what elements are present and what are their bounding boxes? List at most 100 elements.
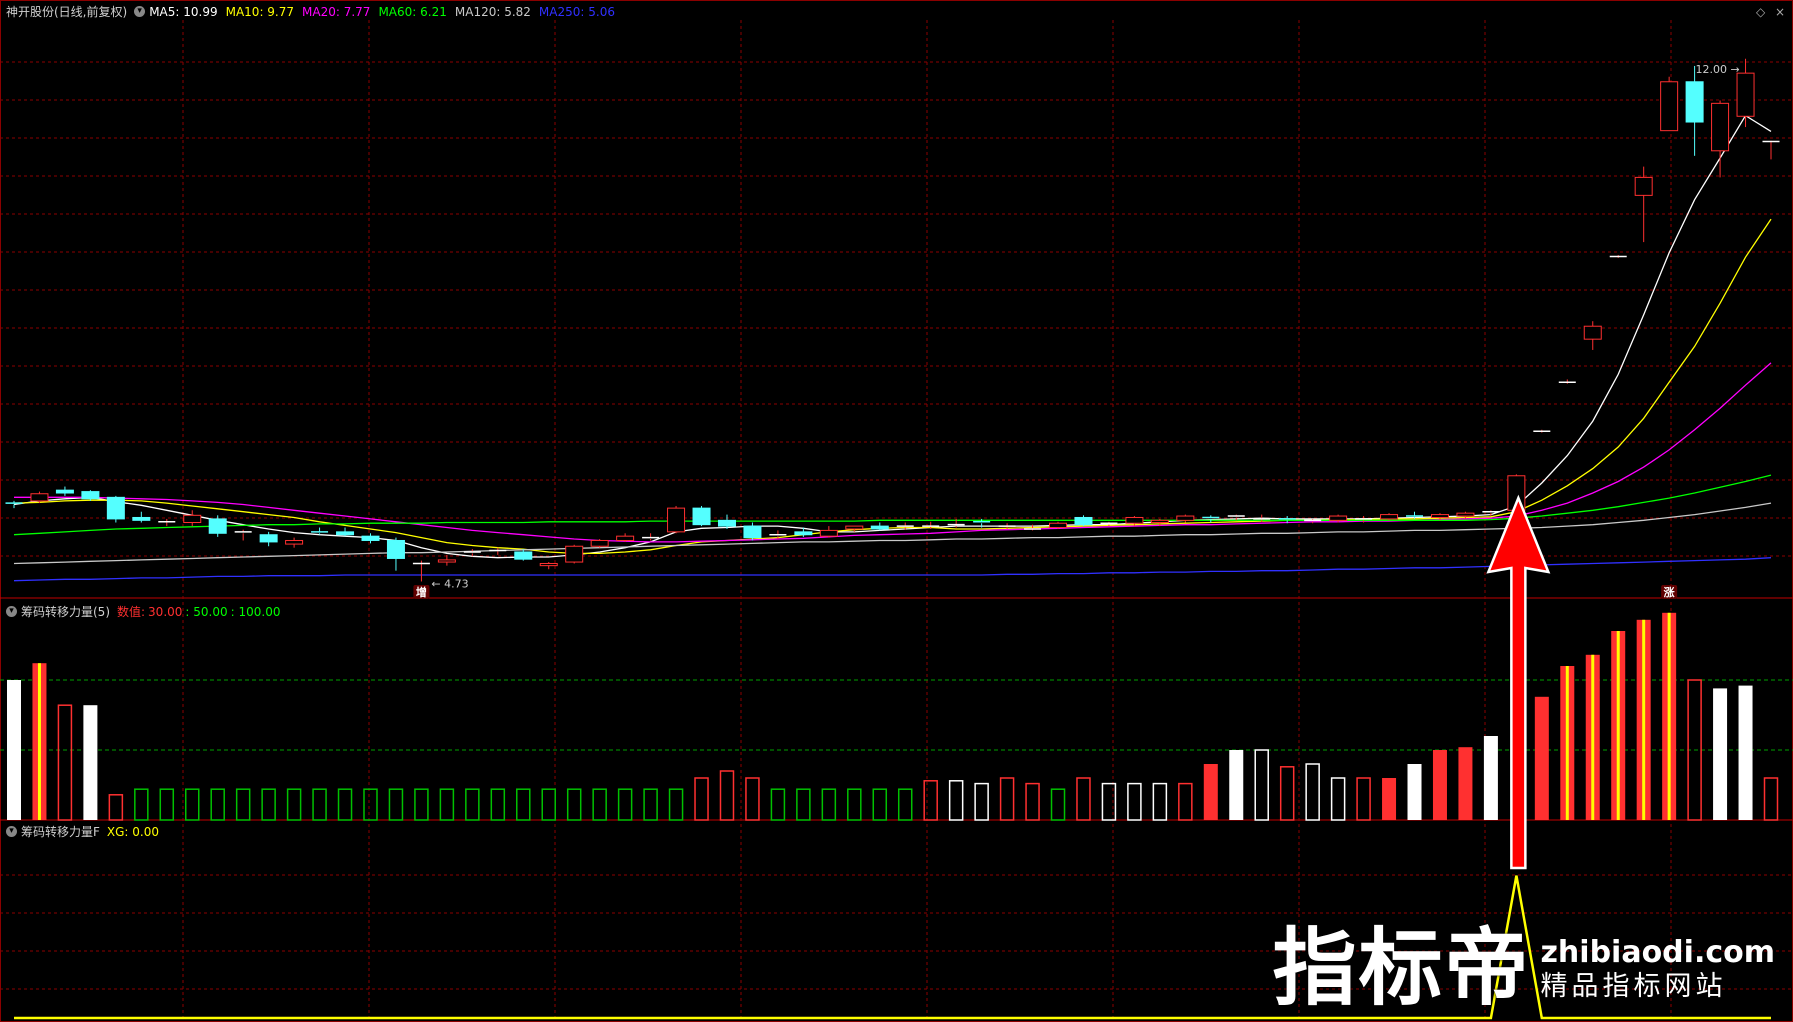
stock-label: 神开股份(日线,前复权) [6, 5, 128, 19]
candle [1660, 76, 1679, 132]
chip-bar [286, 788, 302, 821]
candle [590, 539, 609, 548]
chip-bar [897, 788, 913, 821]
chip-bar [974, 782, 989, 821]
annotations: ← 4.73 12.00 → 增 涨 ◇ × [413, 5, 1785, 870]
ma-legend-4: MA120: 5.82 [454, 4, 531, 19]
candle [5, 500, 23, 509]
panel2-toggle-icon[interactable]: ▾ [6, 606, 17, 617]
chip-bar [1152, 782, 1168, 821]
panel2-value-3: : 100.00 [230, 604, 281, 619]
candle [1533, 429, 1551, 433]
watermark-sub: 精品指标网站 [1540, 971, 1727, 1002]
chip-bar [363, 788, 378, 821]
chip-bar [312, 788, 327, 821]
chip-bar [1662, 612, 1677, 820]
chart-stage: ← 4.73 12.00 → 增 涨 ◇ × [0, 0, 1793, 1022]
chip-bar [465, 788, 480, 821]
candle [412, 560, 430, 582]
candle [667, 505, 686, 534]
chip-bar [1356, 777, 1371, 821]
chip-bar [796, 788, 811, 821]
ma-legend-2: MA20: 7.77 [302, 4, 371, 19]
chip-bar [1127, 782, 1142, 821]
chip-bar [592, 788, 607, 821]
chip-bar [847, 788, 862, 821]
chip-bar [1636, 619, 1651, 820]
chip-bar [261, 788, 276, 821]
watermark-big: 指标帝 [1272, 919, 1531, 1017]
moving-average-lines [13, 114, 1772, 582]
marker-zhang: 涨 [1661, 585, 1678, 599]
candle [234, 529, 252, 541]
chip-bar [999, 777, 1015, 821]
chip-bar [1407, 764, 1422, 820]
watermark-domain: zhibiaodi.com [1540, 935, 1775, 970]
chip-bar [414, 788, 429, 821]
candle [183, 510, 202, 527]
chip-bar [337, 788, 353, 821]
chip-bar [948, 780, 964, 821]
candle [30, 491, 49, 504]
candle [489, 547, 507, 555]
chip-bar [541, 788, 556, 821]
main-header: 神开股份(日线,前复权) ▾ MA5: 10.99 MA10: 9.77 MA20:… [6, 3, 623, 20]
candle [1558, 379, 1576, 384]
chip-bar [439, 788, 455, 821]
panel3-toggle-icon[interactable]: ▾ [6, 826, 17, 837]
chip-bar [668, 788, 684, 821]
chip-bar [83, 705, 98, 820]
chip-bar [108, 794, 124, 821]
settings-circle-icon[interactable]: ▾ [134, 6, 146, 17]
diamond-icon: ◇ [1756, 5, 1766, 19]
chip-bar [134, 788, 149, 821]
candle [285, 537, 304, 548]
ma-legend: MA5: 10.99 MA10: 9.77 MA20: 7.77 MA60: 6.21… [149, 5, 623, 19]
candle [336, 527, 355, 537]
chip-bar [159, 788, 175, 821]
chip-bar [821, 788, 837, 821]
candle [208, 515, 227, 537]
panel3-title: 筹码转移力量F [21, 825, 100, 839]
panel3-header: ▾ 筹码转移力量F XG: 0.00 [6, 823, 166, 840]
candle [565, 544, 584, 564]
candle [361, 533, 380, 544]
svg-text:涨: 涨 [1664, 585, 1675, 599]
candle [1634, 166, 1653, 243]
chip-bar [1203, 764, 1218, 820]
chip-bar [923, 780, 938, 821]
watermark: 指标帝 zhibiaodi.com 精品指标网站 [1272, 926, 1775, 1010]
chip-bar [388, 788, 404, 821]
chip-bar [1483, 736, 1498, 820]
chip-bar [745, 777, 760, 821]
candle [1711, 100, 1730, 178]
chip-bar [1763, 777, 1779, 821]
candle [259, 531, 278, 547]
marker-zeng: 增 [413, 585, 430, 599]
candle [1074, 515, 1093, 527]
candle [743, 522, 762, 541]
chip-bar [1178, 782, 1193, 821]
candle [1762, 140, 1780, 160]
chip-bar [1713, 688, 1728, 820]
candle [1609, 255, 1627, 258]
candle [158, 518, 176, 527]
candle [132, 511, 151, 523]
candle [106, 495, 125, 523]
low-price-label: ← 4.73 [431, 577, 468, 590]
chip-bar [1611, 631, 1626, 820]
chip-bar [694, 777, 709, 821]
chip-bar [872, 788, 888, 821]
chip-bar [32, 663, 47, 820]
chip-bar [770, 788, 786, 821]
candle [692, 505, 711, 527]
chip-bar [210, 788, 225, 821]
chip-bar [1254, 749, 1269, 821]
candlesticks [5, 58, 1780, 582]
x-icon: × [1775, 5, 1785, 19]
chip-bar [1382, 778, 1397, 820]
ma-legend-5: MA250: 5.06 [538, 4, 615, 19]
chip-bar [719, 770, 735, 821]
panel2-header: ▾ 筹码转移力量(5) 数值: 30.00 : 50.00 : 100.00 [6, 603, 287, 620]
ma-legend-3: MA60: 6.21 [378, 4, 447, 19]
